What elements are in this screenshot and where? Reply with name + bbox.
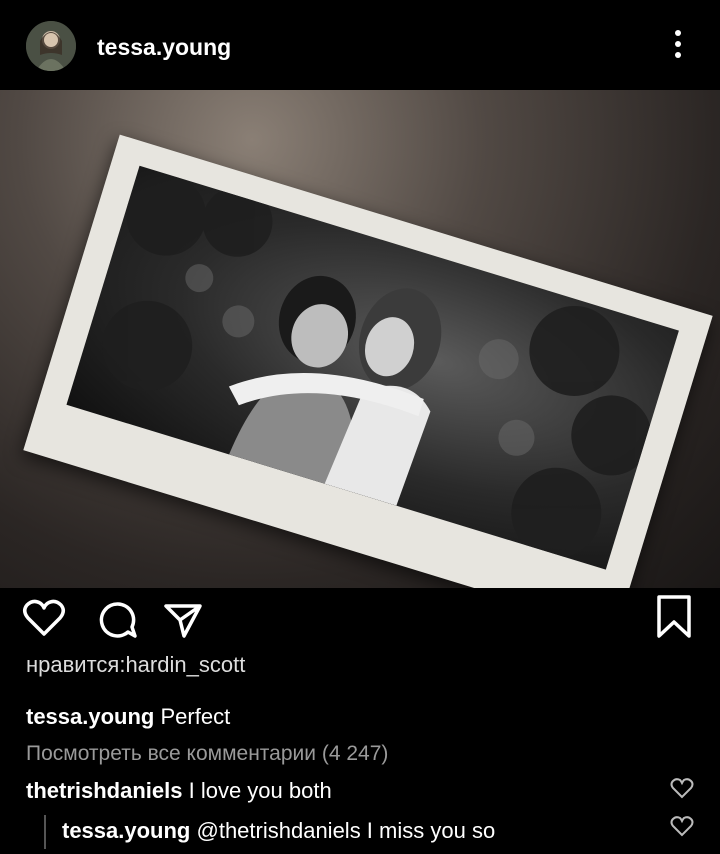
comment-item: thetrishdaniels I love you both [26, 778, 332, 804]
comment-username[interactable]: tessa.young [62, 818, 190, 843]
caption-text: Perfect [160, 704, 231, 729]
reply-item: tessa.young @thetrishdaniels I miss you … [62, 818, 495, 844]
post-actions [0, 588, 720, 650]
reply-indicator [44, 815, 46, 849]
post-username[interactable]: tessa.young [97, 34, 231, 61]
heart-icon[interactable] [670, 815, 694, 837]
post-image[interactable] [0, 90, 720, 588]
photo-content [66, 165, 679, 570]
bookmark-icon[interactable] [654, 594, 694, 640]
comment-username[interactable]: thetrishdaniels [26, 778, 182, 803]
comment-text: @thetrishdaniels I miss you so [196, 818, 496, 843]
view-all-comments-link[interactable]: Посмотреть все комментарии (4 247) [26, 742, 388, 766]
comment-bubble-icon[interactable] [97, 600, 139, 640]
heart-icon[interactable] [670, 777, 694, 799]
post-caption: tessa.young Perfect [26, 704, 230, 730]
avatar[interactable] [26, 21, 76, 71]
polaroid-frame [23, 134, 713, 588]
caption-username[interactable]: tessa.young [26, 704, 154, 729]
likes-text[interactable]: нравится:hardin_scott [26, 652, 245, 678]
post-header: tessa.young [0, 0, 720, 90]
comment-text: I love you both [188, 778, 332, 803]
heart-icon[interactable] [22, 598, 66, 638]
send-icon[interactable] [162, 600, 204, 640]
more-vertical-icon[interactable] [668, 30, 688, 62]
